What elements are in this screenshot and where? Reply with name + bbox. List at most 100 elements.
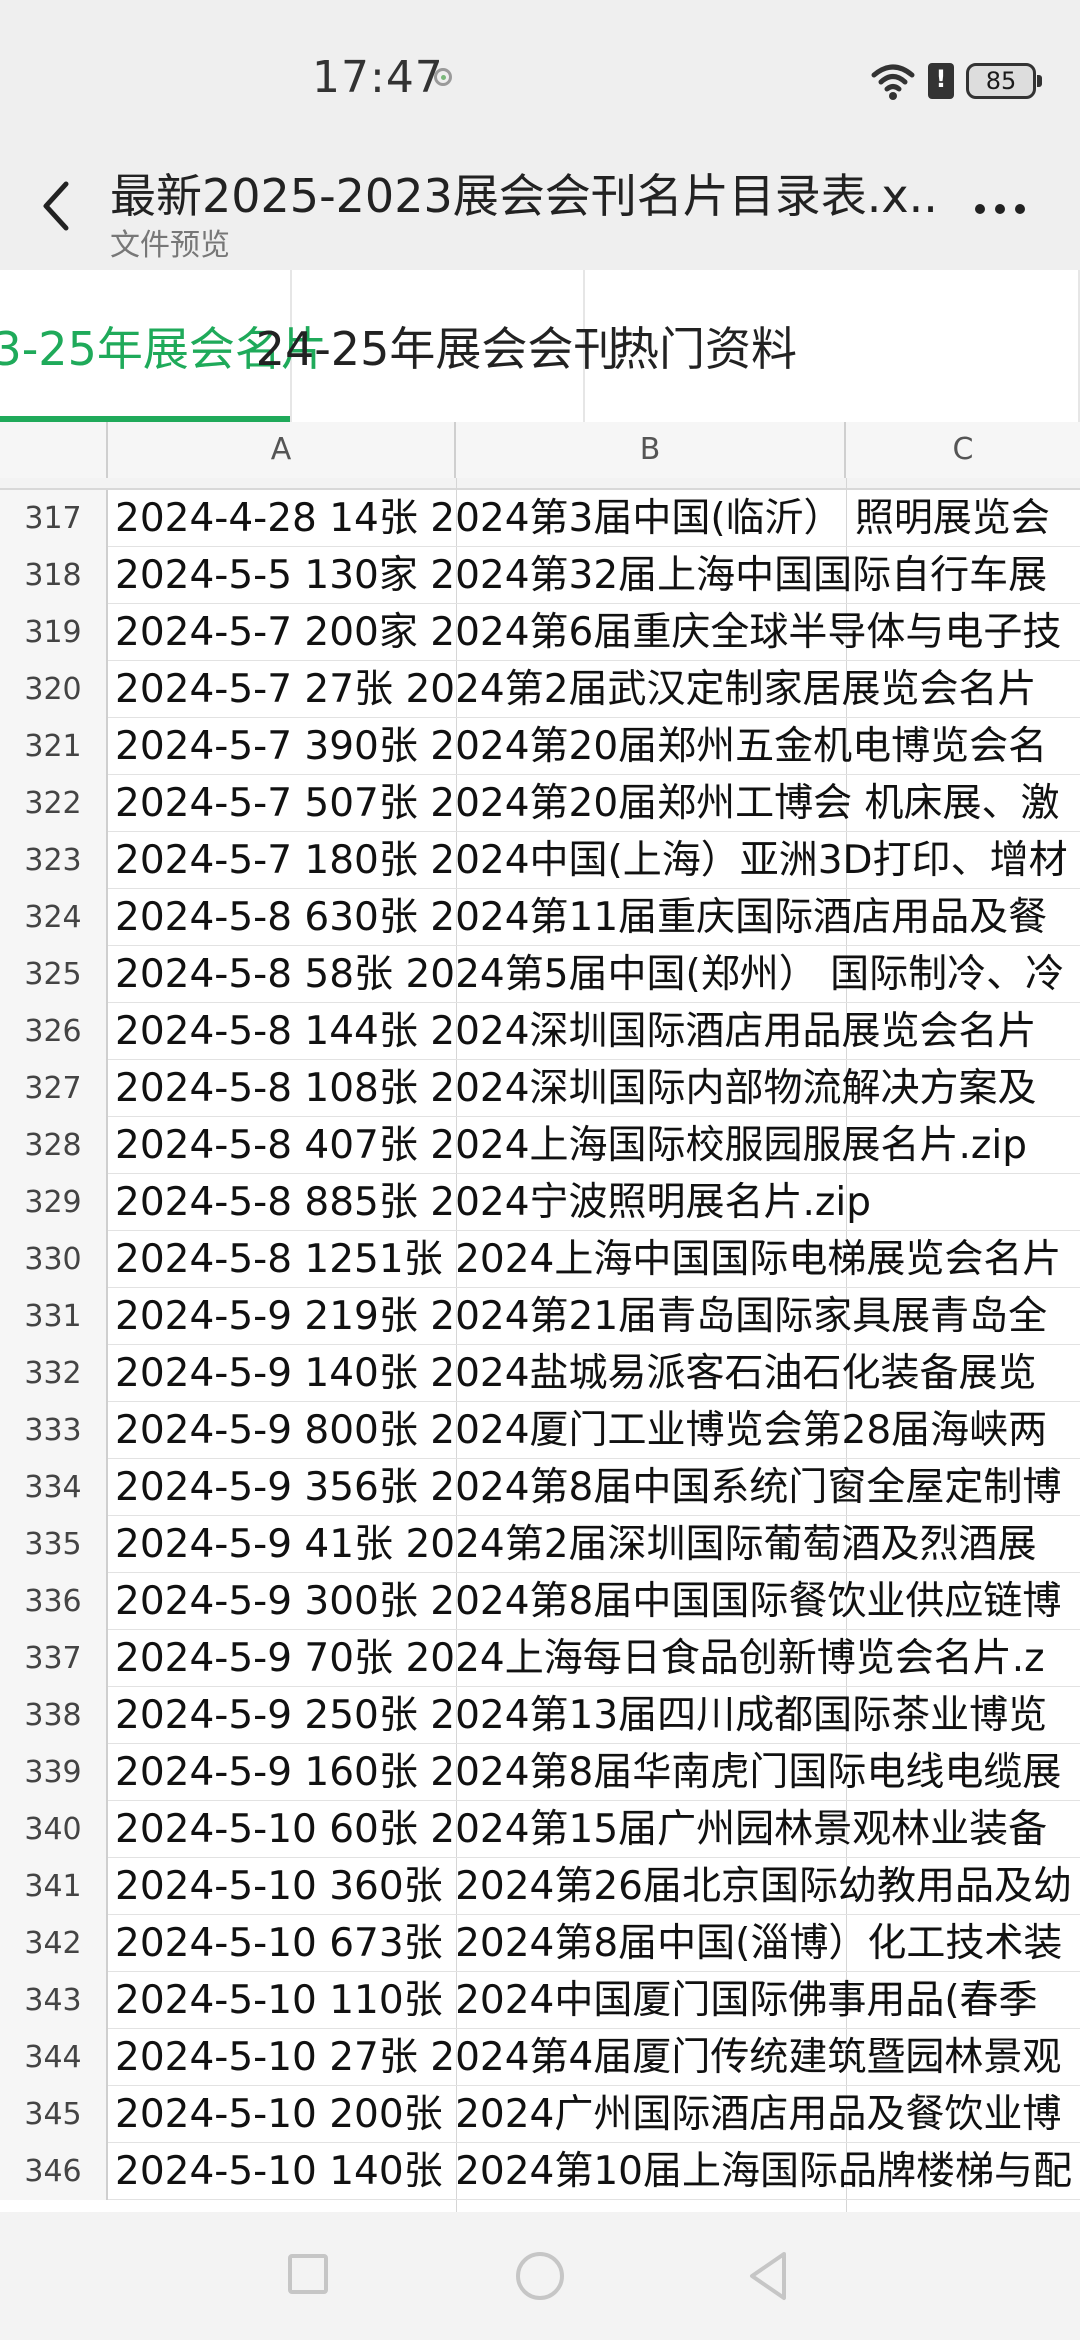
more-options-icon[interactable]: [975, 194, 1039, 224]
table-row[interactable]: 340 2024-5-10 60张 2024第15届广州园林景观林业装备: [0, 1801, 1080, 1858]
table-row[interactable]: 341 2024-5-10 360张 2024第26届北京国际幼教用品及幼: [0, 1858, 1080, 1915]
cell-a[interactable]: 2024-5-10 140张 2024第10届上海国际品牌楼梯与配: [115, 2143, 1072, 2200]
table-row[interactable]: 334 2024-5-9 356张 2024第8届中国系统门窗全屋定制博: [0, 1459, 1080, 1516]
row-number[interactable]: 343: [0, 1972, 108, 2029]
cell-a[interactable]: 2024-5-9 41张 2024第2届深圳国际葡萄酒及烈酒展: [115, 1516, 1037, 1573]
row-number[interactable]: 345: [0, 2086, 108, 2143]
home-icon[interactable]: [516, 2252, 564, 2300]
table-row[interactable]: 342 2024-5-10 673张 2024第8届中国(淄博）化工技术装: [0, 1915, 1080, 1972]
row-number[interactable]: 341: [0, 1858, 108, 1915]
cell-a[interactable]: 2024-5-8 58张 2024第5届中国(郑州） 国际制冷、冷: [115, 946, 1064, 1003]
cell-a[interactable]: 2024-5-10 27张 2024第4届厦门传统建筑暨园林景观: [115, 2029, 1061, 2086]
table-row[interactable]: 328 2024-5-8 407张 2024上海国际校服园服展名片.zip: [0, 1117, 1080, 1174]
table-row[interactable]: 330 2024-5-8 1251张 2024上海中国国际电梯展览会名片: [0, 1231, 1080, 1288]
column-header-a[interactable]: A: [108, 422, 456, 478]
row-number[interactable]: 335: [0, 1516, 108, 1573]
row-number[interactable]: 321: [0, 718, 108, 775]
back-arrow-icon[interactable]: [32, 176, 80, 236]
cell-a[interactable]: 2024-5-8 885张 2024宁波照明展名片.zip: [115, 1174, 871, 1231]
cell-a[interactable]: 2024-4-28 14张 2024第3届中国(临沂） 照明展览会: [115, 490, 1050, 547]
cell-a[interactable]: 2024-5-8 1251张 2024上海中国国际电梯展览会名片: [115, 1231, 1061, 1288]
cell-a[interactable]: 2024-5-5 130家 2024第32届上海中国国际自行车展: [115, 547, 1047, 604]
table-row[interactable]: 326 2024-5-8 144张 2024深圳国际酒店用品展览会名片: [0, 1003, 1080, 1060]
table-row[interactable]: 337 2024-5-9 70张 2024上海每日食品创新博览会名片.z: [0, 1630, 1080, 1687]
table-row[interactable]: 317 2024-4-28 14张 2024第3届中国(临沂） 照明展览会: [0, 490, 1080, 547]
row-number[interactable]: 338: [0, 1687, 108, 1744]
table-row[interactable]: 339 2024-5-9 160张 2024第8届华南虎门国际电线电缆展: [0, 1744, 1080, 1801]
cell-a[interactable]: 2024-5-10 360张 2024第26届北京国际幼教用品及幼: [115, 1858, 1072, 1915]
row-number[interactable]: 326: [0, 1003, 108, 1060]
row-number[interactable]: 336: [0, 1573, 108, 1630]
cell-a[interactable]: 2024-5-8 630张 2024第11届重庆国际酒店用品及餐: [115, 889, 1047, 946]
table-row[interactable]: 338 2024-5-9 250张 2024第13届四川成都国际茶业博览: [0, 1687, 1080, 1744]
cell-a[interactable]: 2024-5-8 144张 2024深圳国际酒店用品展览会名片: [115, 1003, 1037, 1060]
row-number[interactable]: 327: [0, 1060, 108, 1117]
cell-a[interactable]: 2024-5-10 60张 2024第15届广州园林景观林业装备: [115, 1801, 1047, 1858]
tab-hot-materials[interactable]: 热门资料: [585, 270, 1080, 422]
cell-a[interactable]: 2024-5-9 800张 2024厦门工业博览会第28届海峡两: [115, 1402, 1047, 1459]
row-number[interactable]: 339: [0, 1744, 108, 1801]
cell-a[interactable]: 2024-5-9 356张 2024第8届中国系统门窗全屋定制博: [115, 1459, 1061, 1516]
select-all-corner[interactable]: [0, 422, 108, 478]
cell-a[interactable]: 2024-5-7 390张 2024第20届郑州五金机电博览会名: [115, 718, 1047, 775]
row-number[interactable]: 331: [0, 1288, 108, 1345]
cell-a[interactable]: 2024-5-9 140张 2024盐城易派客石油石化装备展览: [115, 1345, 1037, 1402]
row-number[interactable]: 342: [0, 1915, 108, 1972]
table-row[interactable]: 333 2024-5-9 800张 2024厦门工业博览会第28届海峡两: [0, 1402, 1080, 1459]
row-number[interactable]: 334: [0, 1459, 108, 1516]
row-number[interactable]: 340: [0, 1801, 108, 1858]
row-number[interactable]: 332: [0, 1345, 108, 1402]
row-number[interactable]: 344: [0, 2029, 108, 2086]
cell-a[interactable]: 2024-5-8 407张 2024上海国际校服园服展名片.zip: [115, 1117, 1027, 1174]
row-number[interactable]: 318: [0, 547, 108, 604]
row-number[interactable]: 333: [0, 1402, 108, 1459]
row-number[interactable]: 329: [0, 1174, 108, 1231]
tab-23-25-cards[interactable]: 23-25年展会名片: [0, 270, 327, 422]
table-row[interactable]: 321 2024-5-7 390张 2024第20届郑州五金机电博览会名: [0, 718, 1080, 775]
cell-a[interactable]: 2024-5-9 160张 2024第8届华南虎门国际电线电缆展: [115, 1744, 1061, 1801]
row-number[interactable]: 320: [0, 661, 108, 718]
row-number[interactable]: 322: [0, 775, 108, 832]
table-row[interactable]: 336 2024-5-9 300张 2024第8届中国国际餐饮业供应链博: [0, 1573, 1080, 1630]
cell-a[interactable]: 2024-5-9 300张 2024第8届中国国际餐饮业供应链博: [115, 1573, 1061, 1630]
row-number[interactable]: 330: [0, 1231, 108, 1288]
column-header-c[interactable]: C: [846, 422, 1080, 478]
tab-24-25-catalog[interactable]: 24-25年展会会刊: [256, 270, 619, 422]
table-row[interactable]: 335 2024-5-9 41张 2024第2届深圳国际葡萄酒及烈酒展: [0, 1516, 1080, 1573]
table-row[interactable]: 325 2024-5-8 58张 2024第5届中国(郑州） 国际制冷、冷: [0, 946, 1080, 1003]
table-row[interactable]: 346 2024-5-10 140张 2024第10届上海国际品牌楼梯与配: [0, 2143, 1080, 2200]
table-row[interactable]: 318 2024-5-5 130家 2024第32届上海中国国际自行车展: [0, 547, 1080, 604]
cell-a[interactable]: 2024-5-9 219张 2024第21届青岛国际家具展青岛全: [115, 1288, 1047, 1345]
row-number[interactable]: 346: [0, 2143, 108, 2200]
row-number[interactable]: 319: [0, 604, 108, 661]
table-row[interactable]: 324 2024-5-8 630张 2024第11届重庆国际酒店用品及餐: [0, 889, 1080, 946]
cell-a[interactable]: 2024-5-10 673张 2024第8届中国(淄博）化工技术装: [115, 1915, 1062, 1972]
cell-a[interactable]: 2024-5-7 200家 2024第6届重庆全球半导体与电子技: [115, 604, 1061, 661]
table-row[interactable]: 327 2024-5-8 108张 2024深圳国际内部物流解决方案及: [0, 1060, 1080, 1117]
column-header-b[interactable]: B: [456, 422, 846, 478]
table-row[interactable]: 332 2024-5-9 140张 2024盐城易派客石油石化装备展览: [0, 1345, 1080, 1402]
table-row[interactable]: 322 2024-5-7 507张 2024第20届郑州工博会 机床展、激: [0, 775, 1080, 832]
cell-a[interactable]: 2024-5-10 200张 2024广州国际酒店用品及餐饮业博: [115, 2086, 1061, 2143]
spreadsheet[interactable]: A B C 317 2024-4-28 14张 2024第3届中国(临沂） 照明展…: [0, 422, 1080, 2212]
recent-apps-icon[interactable]: [288, 2254, 328, 2294]
row-number[interactable]: 324: [0, 889, 108, 946]
row-number[interactable]: 337: [0, 1630, 108, 1687]
row-number[interactable]: 317: [0, 490, 108, 547]
table-row[interactable]: 329 2024-5-8 885张 2024宁波照明展名片.zip: [0, 1174, 1080, 1231]
row-number[interactable]: 323: [0, 832, 108, 889]
cell-a[interactable]: 2024-5-8 108张 2024深圳国际内部物流解决方案及: [115, 1060, 1037, 1117]
cell-a[interactable]: 2024-5-10 110张 2024中国厦门国际佛事用品(春季: [115, 1972, 1038, 2029]
cell-a[interactable]: 2024-5-7 507张 2024第20届郑州工博会 机床展、激: [115, 775, 1060, 832]
table-row[interactable]: 319 2024-5-7 200家 2024第6届重庆全球半导体与电子技: [0, 604, 1080, 661]
table-row[interactable]: 344 2024-5-10 27张 2024第4届厦门传统建筑暨园林景观: [0, 2029, 1080, 2086]
cell-a[interactable]: 2024-5-9 70张 2024上海每日食品创新博览会名片.z: [115, 1630, 1045, 1687]
table-row[interactable]: 345 2024-5-10 200张 2024广州国际酒店用品及餐饮业博: [0, 2086, 1080, 2143]
table-row[interactable]: 320 2024-5-7 27张 2024第2届武汉定制家居展览会名片: [0, 661, 1080, 718]
table-row[interactable]: 343 2024-5-10 110张 2024中国厦门国际佛事用品(春季: [0, 1972, 1080, 2029]
table-row[interactable]: 323 2024-5-7 180张 2024中国(上海）亚洲3D打印、增材: [0, 832, 1080, 889]
cell-a[interactable]: 2024-5-9 250张 2024第13届四川成都国际茶业博览: [115, 1687, 1047, 1744]
cell-a[interactable]: 2024-5-7 180张 2024中国(上海）亚洲3D打印、增材: [115, 832, 1068, 889]
table-row[interactable]: 331 2024-5-9 219张 2024第21届青岛国际家具展青岛全: [0, 1288, 1080, 1345]
row-number[interactable]: 325: [0, 946, 108, 1003]
